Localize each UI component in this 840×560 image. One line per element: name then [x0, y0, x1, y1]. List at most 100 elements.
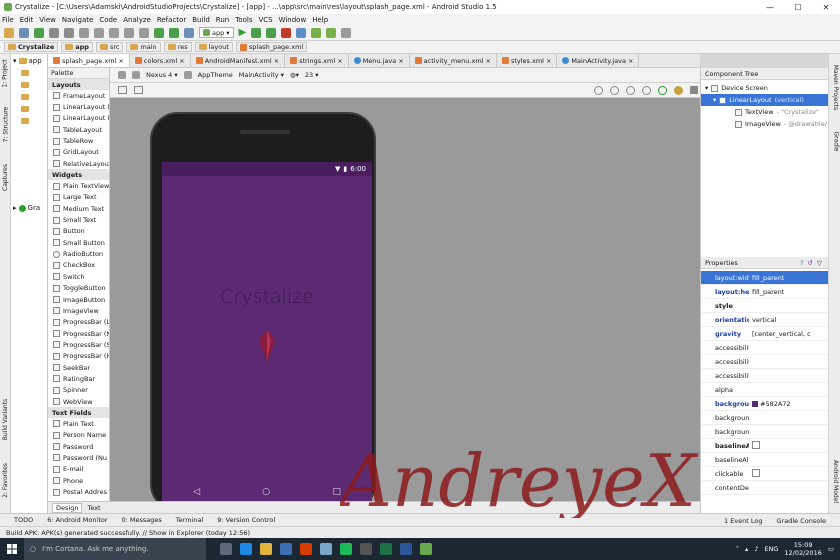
- palette-item[interactable]: Phone: [48, 475, 109, 486]
- captures-tool-tab[interactable]: Captures: [0, 162, 11, 192]
- menu-tools[interactable]: Tools: [235, 16, 252, 24]
- property-row[interactable]: style: [701, 299, 828, 313]
- menu-edit[interactable]: Edit: [20, 16, 34, 24]
- zoom-out-icon[interactable]: [642, 86, 651, 95]
- palette-item[interactable]: ToggleButton: [48, 283, 109, 294]
- project-root[interactable]: ▾ app: [11, 54, 47, 68]
- edge-icon[interactable]: [240, 543, 252, 555]
- make-project-icon[interactable]: [184, 27, 194, 38]
- sync-icon[interactable]: [34, 27, 44, 38]
- palette-item[interactable]: LinearLayout (H: [48, 101, 109, 112]
- volume-icon[interactable]: ♪: [754, 545, 758, 553]
- gradle-scripts-node[interactable]: ▸ Gra: [13, 204, 40, 212]
- menu-analyze[interactable]: Analyze: [123, 16, 151, 24]
- property-row[interactable]: accessibilityTra: [701, 355, 828, 369]
- property-row[interactable]: accessibilityTra: [701, 369, 828, 383]
- cut-icon[interactable]: [79, 27, 89, 38]
- palette-item[interactable]: Plain Text: [48, 418, 109, 429]
- close-icon[interactable]: ×: [118, 57, 123, 65]
- tab-splash-page-xml[interactable]: splash_page.xml ×: [48, 54, 130, 67]
- close-icon[interactable]: ×: [485, 57, 490, 65]
- replace-icon[interactable]: [139, 27, 149, 38]
- crystalize-textview[interactable]: Crystalize: [162, 286, 372, 308]
- crystal-imageview[interactable]: [259, 330, 275, 362]
- version-control-tab[interactable]: 9: Version Control: [217, 516, 275, 524]
- undo-icon[interactable]: [49, 27, 59, 38]
- run-icon[interactable]: ▶: [239, 27, 247, 38]
- redo-icon[interactable]: [64, 27, 74, 38]
- palette-item[interactable]: Plain TextView: [48, 180, 109, 191]
- tab-text[interactable]: Text: [84, 503, 103, 513]
- close-icon[interactable]: ×: [546, 57, 551, 65]
- palette-item[interactable]: RelativeLayout: [48, 158, 109, 169]
- paste-icon[interactable]: [109, 27, 119, 38]
- breadcrumb-file[interactable]: splash_page.xml: [235, 42, 308, 52]
- android-studio-taskbar-icon[interactable]: [420, 543, 432, 555]
- run-config-dropdown[interactable]: app ▾: [199, 27, 234, 38]
- palette-item[interactable]: RadioButton: [48, 248, 109, 259]
- menu-navigate[interactable]: Navigate: [62, 16, 93, 24]
- palette-item[interactable]: LinearLayout (V: [48, 113, 109, 124]
- zoom-fit-icon[interactable]: [594, 86, 603, 95]
- menu-window[interactable]: Window: [279, 16, 307, 24]
- app-icon[interactable]: [320, 543, 332, 555]
- design-canvas[interactable]: ▼ ▮ 6:00 Crystalize ◁ ○ □: [110, 98, 700, 501]
- file-explorer-icon[interactable]: [260, 543, 272, 555]
- palette-category-layouts[interactable]: Layouts: [48, 79, 109, 90]
- minimize-button[interactable]: —: [756, 0, 784, 14]
- palette-item[interactable]: ProgressBar (S: [48, 339, 109, 350]
- tab-styles-xml[interactable]: styles.xml ×: [497, 54, 558, 67]
- warning-icon[interactable]: [674, 86, 683, 95]
- word-icon[interactable]: [400, 543, 412, 555]
- palette-item[interactable]: WebView: [48, 396, 109, 407]
- terminal-tab[interactable]: Terminal: [176, 516, 203, 524]
- device-dropdown[interactable]: Nexus 4 ▾: [146, 71, 178, 79]
- palette-item[interactable]: Medium Text: [48, 203, 109, 214]
- tree-row-imageview[interactable]: ImageView - @drawable/: [701, 118, 828, 130]
- rotate-icon[interactable]: [183, 71, 192, 79]
- debug-icon[interactable]: [251, 27, 262, 38]
- blueprint-icon[interactable]: [134, 86, 143, 94]
- tab-mainactivity-java[interactable]: MainActivity.java ×: [557, 54, 640, 67]
- favorites-tool-tab[interactable]: 2: Favorites: [0, 460, 11, 500]
- palette-item[interactable]: SeekBar: [48, 362, 109, 373]
- property-row[interactable]: backgroundTin: [701, 411, 828, 425]
- property-row[interactable]: baselineAligne: [701, 453, 828, 467]
- breadcrumb-crystalize[interactable]: Crystalize: [4, 42, 59, 52]
- menu-view[interactable]: View: [39, 16, 56, 24]
- folder-icon[interactable]: [21, 106, 29, 112]
- coverage-icon[interactable]: [266, 27, 277, 38]
- todo-tab[interactable]: TODO: [14, 516, 33, 524]
- palette-item[interactable]: Small Text: [48, 214, 109, 225]
- network-icon[interactable]: ▴: [745, 545, 748, 553]
- palette-item[interactable]: Button: [48, 226, 109, 237]
- breadcrumb-app[interactable]: app: [61, 42, 93, 52]
- menu-code[interactable]: Code: [99, 16, 117, 24]
- close-icon[interactable]: ×: [337, 57, 342, 65]
- excel-icon[interactable]: [380, 543, 392, 555]
- gradle-tool-tab[interactable]: Gradle: [830, 126, 840, 156]
- property-row[interactable]: background#582A72: [701, 397, 828, 411]
- palette-item[interactable]: CheckBox: [48, 260, 109, 271]
- close-icon[interactable]: ×: [179, 57, 184, 65]
- palette-item[interactable]: ProgressBar (N: [48, 328, 109, 339]
- android-monitor-icon[interactable]: [326, 27, 337, 38]
- close-icon[interactable]: ×: [274, 57, 279, 65]
- folder-icon[interactable]: [21, 118, 29, 124]
- gradle-console-tab[interactable]: Gradle Console: [777, 517, 827, 525]
- app-icon[interactable]: [360, 543, 372, 555]
- close-icon[interactable]: ×: [398, 57, 403, 65]
- undo-icon[interactable]: ↺: [808, 259, 813, 267]
- refresh-icon[interactable]: [658, 86, 667, 95]
- forward-icon[interactable]: [169, 27, 179, 38]
- palette-item[interactable]: Small Button: [48, 237, 109, 248]
- property-row[interactable]: layout:heightfill_parent: [701, 285, 828, 299]
- palette-item[interactable]: RatingBar: [48, 373, 109, 384]
- tab-design[interactable]: Design: [52, 502, 83, 513]
- avd-manager-icon[interactable]: [296, 27, 307, 38]
- palette-item[interactable]: Postal Addres: [48, 486, 109, 497]
- tab-colors-xml[interactable]: colors.xml ×: [130, 54, 191, 67]
- palette-item[interactable]: ImageButton: [48, 294, 109, 305]
- back-icon[interactable]: [154, 27, 164, 38]
- breadcrumb-layout[interactable]: layout: [194, 42, 233, 52]
